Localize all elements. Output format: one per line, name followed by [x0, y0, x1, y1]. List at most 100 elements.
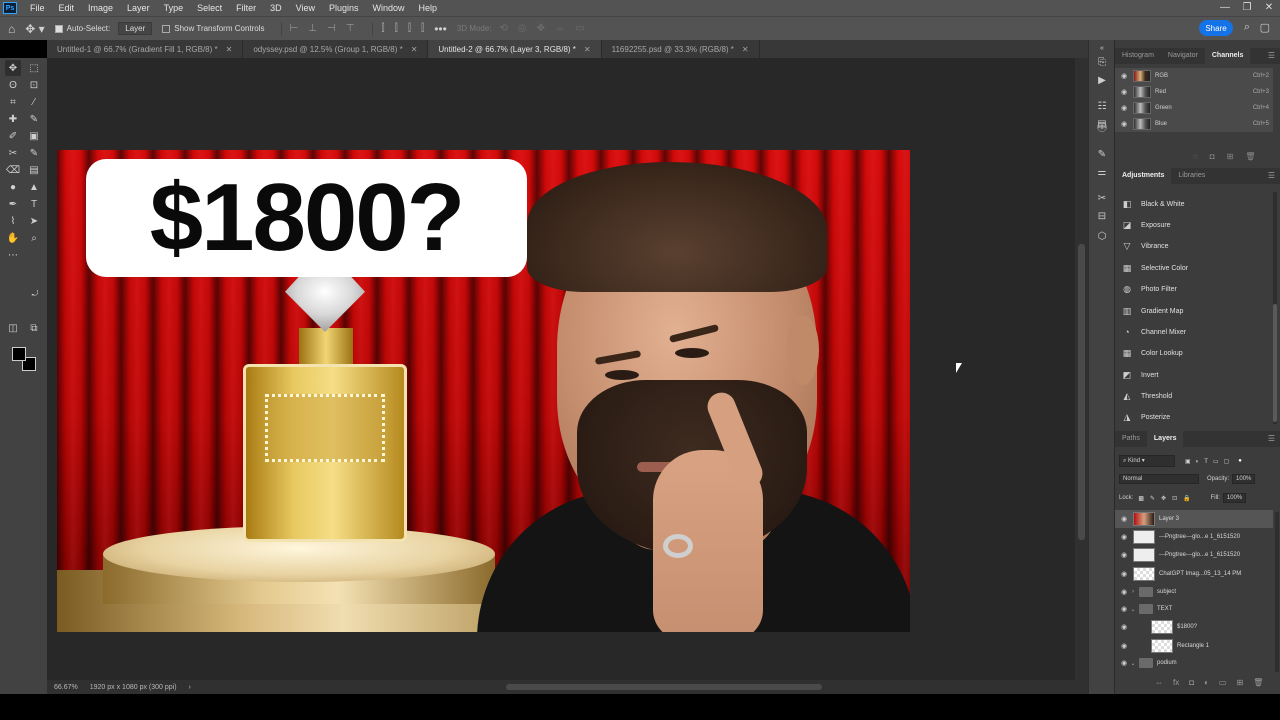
adjustment-invert[interactable]: ◩ Invert [1121, 366, 1271, 384]
channel-row-rgb[interactable]: ◉ RGB Ctrl+2 [1115, 68, 1273, 84]
expand-chevron-down-icon[interactable]: ⌄ [1129, 606, 1137, 613]
visibility-eye-icon[interactable]: ◉ [1119, 605, 1129, 613]
object-select-tool-icon[interactable]: ⊡ [26, 77, 42, 93]
close-icon[interactable]: ✕ [584, 45, 591, 54]
menu-image[interactable]: Image [81, 0, 120, 16]
adjustment-threshold[interactable]: ◭ Threshold [1121, 387, 1271, 405]
tool-presets-icon[interactable]: ✂ [1094, 190, 1110, 206]
menu-layer[interactable]: Layer [120, 0, 157, 16]
close-window-button[interactable]: ✕ [1258, 0, 1280, 16]
panel-menu-icon[interactable]: ☰ [1268, 51, 1275, 60]
adjustment-exposure[interactable]: ◪ Exposure [1121, 216, 1271, 234]
menu-edit[interactable]: Edit [52, 0, 82, 16]
adjustment-posterize[interactable]: ◮ Posterize [1121, 408, 1271, 426]
menu-window[interactable]: Window [366, 0, 412, 16]
channel-row-blue[interactable]: ◉ Blue Ctrl+5 [1115, 116, 1273, 132]
3d-roll-icon[interactable]: ◎ [518, 23, 527, 34]
vertical-scrollbar[interactable] [1075, 58, 1088, 680]
close-icon[interactable]: ✕ [411, 45, 418, 54]
add-mask-icon[interactable]: ◘ [1189, 678, 1194, 687]
auto-select-checkbox[interactable] [54, 24, 63, 33]
search-icon[interactable]: ⌕ [1244, 21, 1250, 34]
menu-select[interactable]: Select [190, 0, 229, 16]
eyedropper-tool-icon[interactable]: ⁄ [26, 94, 42, 110]
visibility-eye-icon[interactable]: ◉ [1119, 659, 1129, 667]
expand-chevron-right-icon[interactable]: › [1129, 589, 1137, 595]
layer-row-layer-3[interactable]: ◉ Layer 3 [1115, 510, 1273, 528]
tab-layers[interactable]: Layers [1146, 431, 1184, 447]
new-adjustment-icon[interactable]: ◐ [1204, 678, 1209, 687]
healing-brush-tool-icon[interactable]: ✚ [5, 111, 21, 127]
tab-adjustments[interactable]: Adjustments [1115, 168, 1172, 184]
tab-libraries[interactable]: Libraries [1171, 168, 1212, 184]
panel-menu-icon[interactable]: ☰ [1268, 171, 1275, 180]
history-icon[interactable]: ⎘ [1094, 54, 1110, 70]
distribute-center-icon[interactable]: ⫿ [395, 23, 398, 34]
horizontal-scrollbar[interactable] [210, 680, 1088, 694]
adjustment-vibrance[interactable]: ▽ Vibrance [1121, 237, 1271, 255]
info-icon[interactable]: ⓘ [1094, 118, 1110, 134]
distribute-spacing-icon[interactable]: ⫿ [421, 23, 424, 34]
tab-channels[interactable]: Channels [1204, 48, 1251, 64]
adjustment-channel-mixer[interactable]: ◔ Channel Mixer [1121, 323, 1271, 341]
screen-mode-icon[interactable]: ⧉ [26, 320, 42, 336]
menu-view[interactable]: View [289, 0, 322, 16]
align-left-icon[interactable]: ⊢ [290, 23, 299, 34]
layer-filter-icons[interactable]: ▣◐T▭▢ [1185, 458, 1234, 465]
move-tool-preset-icon[interactable]: ✥ ▾ [25, 22, 44, 36]
channel-row-green[interactable]: ◉ Green Ctrl+4 [1115, 100, 1273, 116]
workspace-icon[interactable]: ▢ [1260, 21, 1270, 34]
menu-file[interactable]: File [23, 0, 52, 16]
brushes-icon[interactable]: ✎ [1094, 146, 1110, 162]
adjustment-black-white[interactable]: ◧ Black & White [1121, 195, 1271, 213]
3d-pan-icon[interactable]: ✥ [537, 23, 545, 34]
new-layer-icon[interactable]: ⊞ [1236, 678, 1243, 687]
visibility-eye-icon[interactable]: ◉ [1119, 533, 1129, 541]
hand-tool-icon[interactable]: ✋ [5, 230, 21, 246]
close-icon[interactable]: ✕ [742, 45, 749, 54]
visibility-eye-icon[interactable]: ◉ [1119, 642, 1129, 650]
align-right-icon[interactable]: ⊣ [327, 23, 336, 34]
more-options-icon[interactable]: ••• [434, 22, 447, 36]
eraser-tool-icon[interactable]: ⌫ [5, 162, 21, 178]
type-tool-icon[interactable]: T [26, 196, 42, 212]
opacity-input[interactable]: 100% [1232, 474, 1256, 484]
scroll-thumb[interactable] [1273, 304, 1277, 422]
3d-slide-icon[interactable]: ⇔ [555, 23, 565, 34]
scroll-thumb[interactable] [1078, 244, 1085, 540]
visibility-eye-icon[interactable]: ◉ [1119, 551, 1129, 559]
lock-icons[interactable]: ▩✎✥⊡🔒 [1138, 495, 1196, 502]
zoom-tool-icon[interactable]: ⌕ [26, 230, 42, 246]
scroll-thumb[interactable] [506, 684, 822, 690]
menu-plugins[interactable]: Plugins [322, 0, 366, 16]
filter-toggle-icon[interactable]: ● [1238, 458, 1242, 464]
layer-style-icon[interactable]: fx [1173, 678, 1179, 687]
visibility-eye-icon[interactable]: ◉ [1119, 623, 1129, 631]
menu-type[interactable]: Type [157, 0, 191, 16]
swap-colors-icon[interactable]: ⤾ [27, 286, 43, 302]
channel-row-red[interactable]: ◉ Red Ctrl+3 [1115, 84, 1273, 100]
quick-mask-icon[interactable]: ◫ [5, 320, 21, 336]
new-channel-icon[interactable]: ⊞ [1227, 152, 1234, 161]
restore-button[interactable]: ❐ [1236, 0, 1258, 16]
zoom-level[interactable]: 66.67% [54, 684, 78, 691]
menu-help[interactable]: Help [412, 0, 445, 16]
distribute-left-icon[interactable]: ⫿ [381, 23, 384, 34]
adjustment-gradient-map[interactable]: ▥ Gradient Map [1121, 302, 1271, 320]
pen-tool-icon[interactable]: ✒ [5, 196, 21, 212]
gradient-tool-icon[interactable]: ▤ [26, 162, 42, 178]
visibility-eye-icon[interactable]: ◉ [1119, 88, 1129, 96]
auto-select-target-dropdown[interactable]: Layer [118, 22, 153, 35]
align-top-icon[interactable]: ⊤ [346, 23, 355, 34]
status-menu-icon[interactable]: › [189, 684, 191, 691]
home-icon[interactable]: ⌂ [8, 22, 15, 36]
save-selection-icon[interactable]: ◘ [1210, 152, 1215, 161]
fill-input[interactable]: 100% [1222, 493, 1247, 503]
visibility-eye-icon[interactable]: ◉ [1119, 588, 1129, 596]
filter-kind-dropdown[interactable]: ⌕ Kind ▾ [1119, 455, 1175, 467]
load-selection-icon[interactable]: ◌ [1193, 152, 1198, 161]
tab-navigator[interactable]: Navigator [1161, 48, 1205, 64]
adjustment-color-lookup[interactable]: ▦ Color Lookup [1121, 344, 1271, 362]
clone-stamp-tool-icon[interactable]: ▣ [26, 128, 42, 144]
menu-3d[interactable]: 3D [263, 0, 289, 16]
